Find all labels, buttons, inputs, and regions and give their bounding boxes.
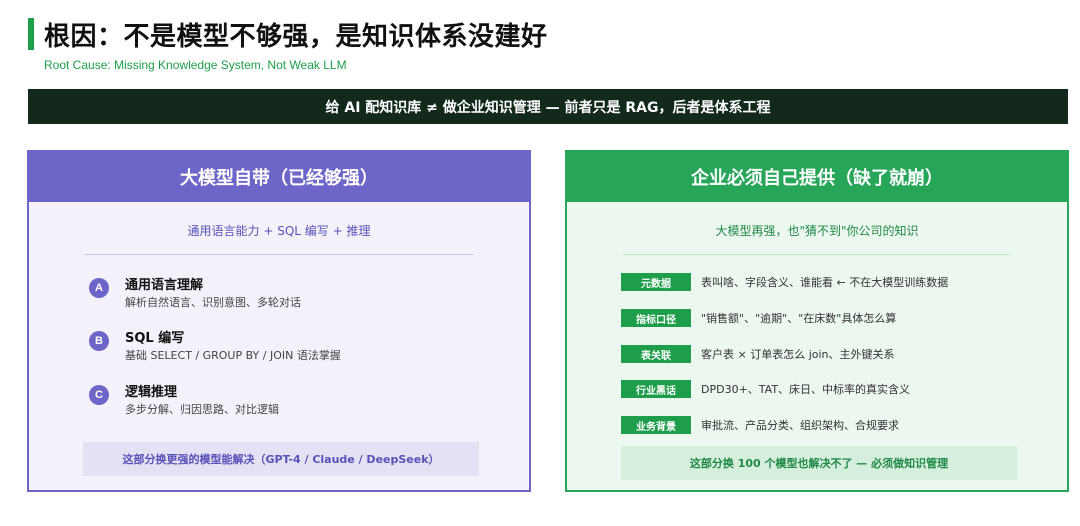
enterprise-provided-panel: 企业必须自己提供（缺了就崩） 大模型再强，也"猜不到"你公司的知识 元数据 表叫… (565, 150, 1069, 492)
capability-title: SQL 编写 (125, 331, 185, 346)
knowledge-row: 元数据 表叫啥、字段含义、谁能看 ← 不在大模型训练数据 (621, 273, 948, 291)
badge-b-icon: B (89, 331, 109, 351)
capability-desc: 基础 SELECT / GROUP BY / JOIN 语法掌握 (125, 349, 341, 362)
knowledge-row: 表关联 客户表 × 订单表怎么 join、主外键关系 (621, 345, 895, 363)
capability-title: 通用语言理解 (125, 278, 204, 293)
llm-builtin-panel: 大模型自带（已经够强） 通用语言能力 + SQL 编写 + 推理 A 通用语言理… (27, 150, 531, 492)
knowledge-desc: DPD30+、TAT、床日、中标率的真实含义 (701, 383, 911, 396)
page-subtitle: Root Cause: Missing Knowledge System, No… (44, 58, 347, 72)
knowledge-tag: 元数据 (621, 273, 691, 291)
knowledge-tag: 表关联 (621, 345, 691, 363)
knowledge-desc: "销售额"、"逾期"、"在床数"具体怎么算 (701, 312, 897, 325)
badge-c-icon: C (89, 385, 109, 405)
knowledge-desc: 审批流、产品分类、组织架构、合规要求 (701, 419, 899, 432)
knowledge-row: 指标口径 "销售额"、"逾期"、"在床数"具体怎么算 (621, 309, 896, 327)
enterprise-provided-header: 企业必须自己提供（缺了就崩） (567, 152, 1067, 202)
key-message-banner: 给 AI 配知识库 ≠ 做企业知识管理 — 前者只是 RAG，后者是体系工程 (28, 89, 1068, 124)
knowledge-row: 业务背景 审批流、产品分类、组织架构、合规要求 (621, 416, 899, 434)
llm-builtin-header: 大模型自带（已经够强） (29, 152, 529, 202)
enterprise-provided-subtitle: 大模型再强，也"猜不到"你公司的知识 (715, 224, 919, 238)
knowledge-tag: 指标口径 (621, 309, 691, 327)
capability-desc: 解析自然语言、识别意图、多轮对话 (125, 296, 301, 309)
divider (85, 254, 473, 255)
badge-a-icon: A (89, 278, 109, 298)
title-accent-bar (28, 18, 34, 50)
llm-builtin-footer: 这部分换更强的模型能解决（GPT-4 / Claude / DeepSeek） (83, 442, 479, 476)
llm-builtin-subtitle: 通用语言能力 + SQL 编写 + 推理 (187, 224, 371, 238)
enterprise-provided-footer: 这部分换 100 个模型也解决不了 — 必须做知识管理 (621, 446, 1017, 480)
knowledge-row: 行业黑话 DPD30+、TAT、床日、中标率的真实含义 (621, 380, 910, 398)
capability-desc: 多步分解、归因思路、对比逻辑 (125, 403, 279, 416)
knowledge-desc: 客户表 × 订单表怎么 join、主外键关系 (701, 348, 895, 361)
knowledge-tag: 业务背景 (621, 416, 691, 434)
divider (623, 254, 1011, 255)
knowledge-desc: 表叫啥、字段含义、谁能看 ← 不在大模型训练数据 (701, 276, 949, 289)
page-title: 根因：不是模型不够强，是知识体系没建好 (44, 22, 548, 52)
knowledge-tag: 行业黑话 (621, 380, 691, 398)
capability-title: 逻辑推理 (125, 385, 178, 400)
